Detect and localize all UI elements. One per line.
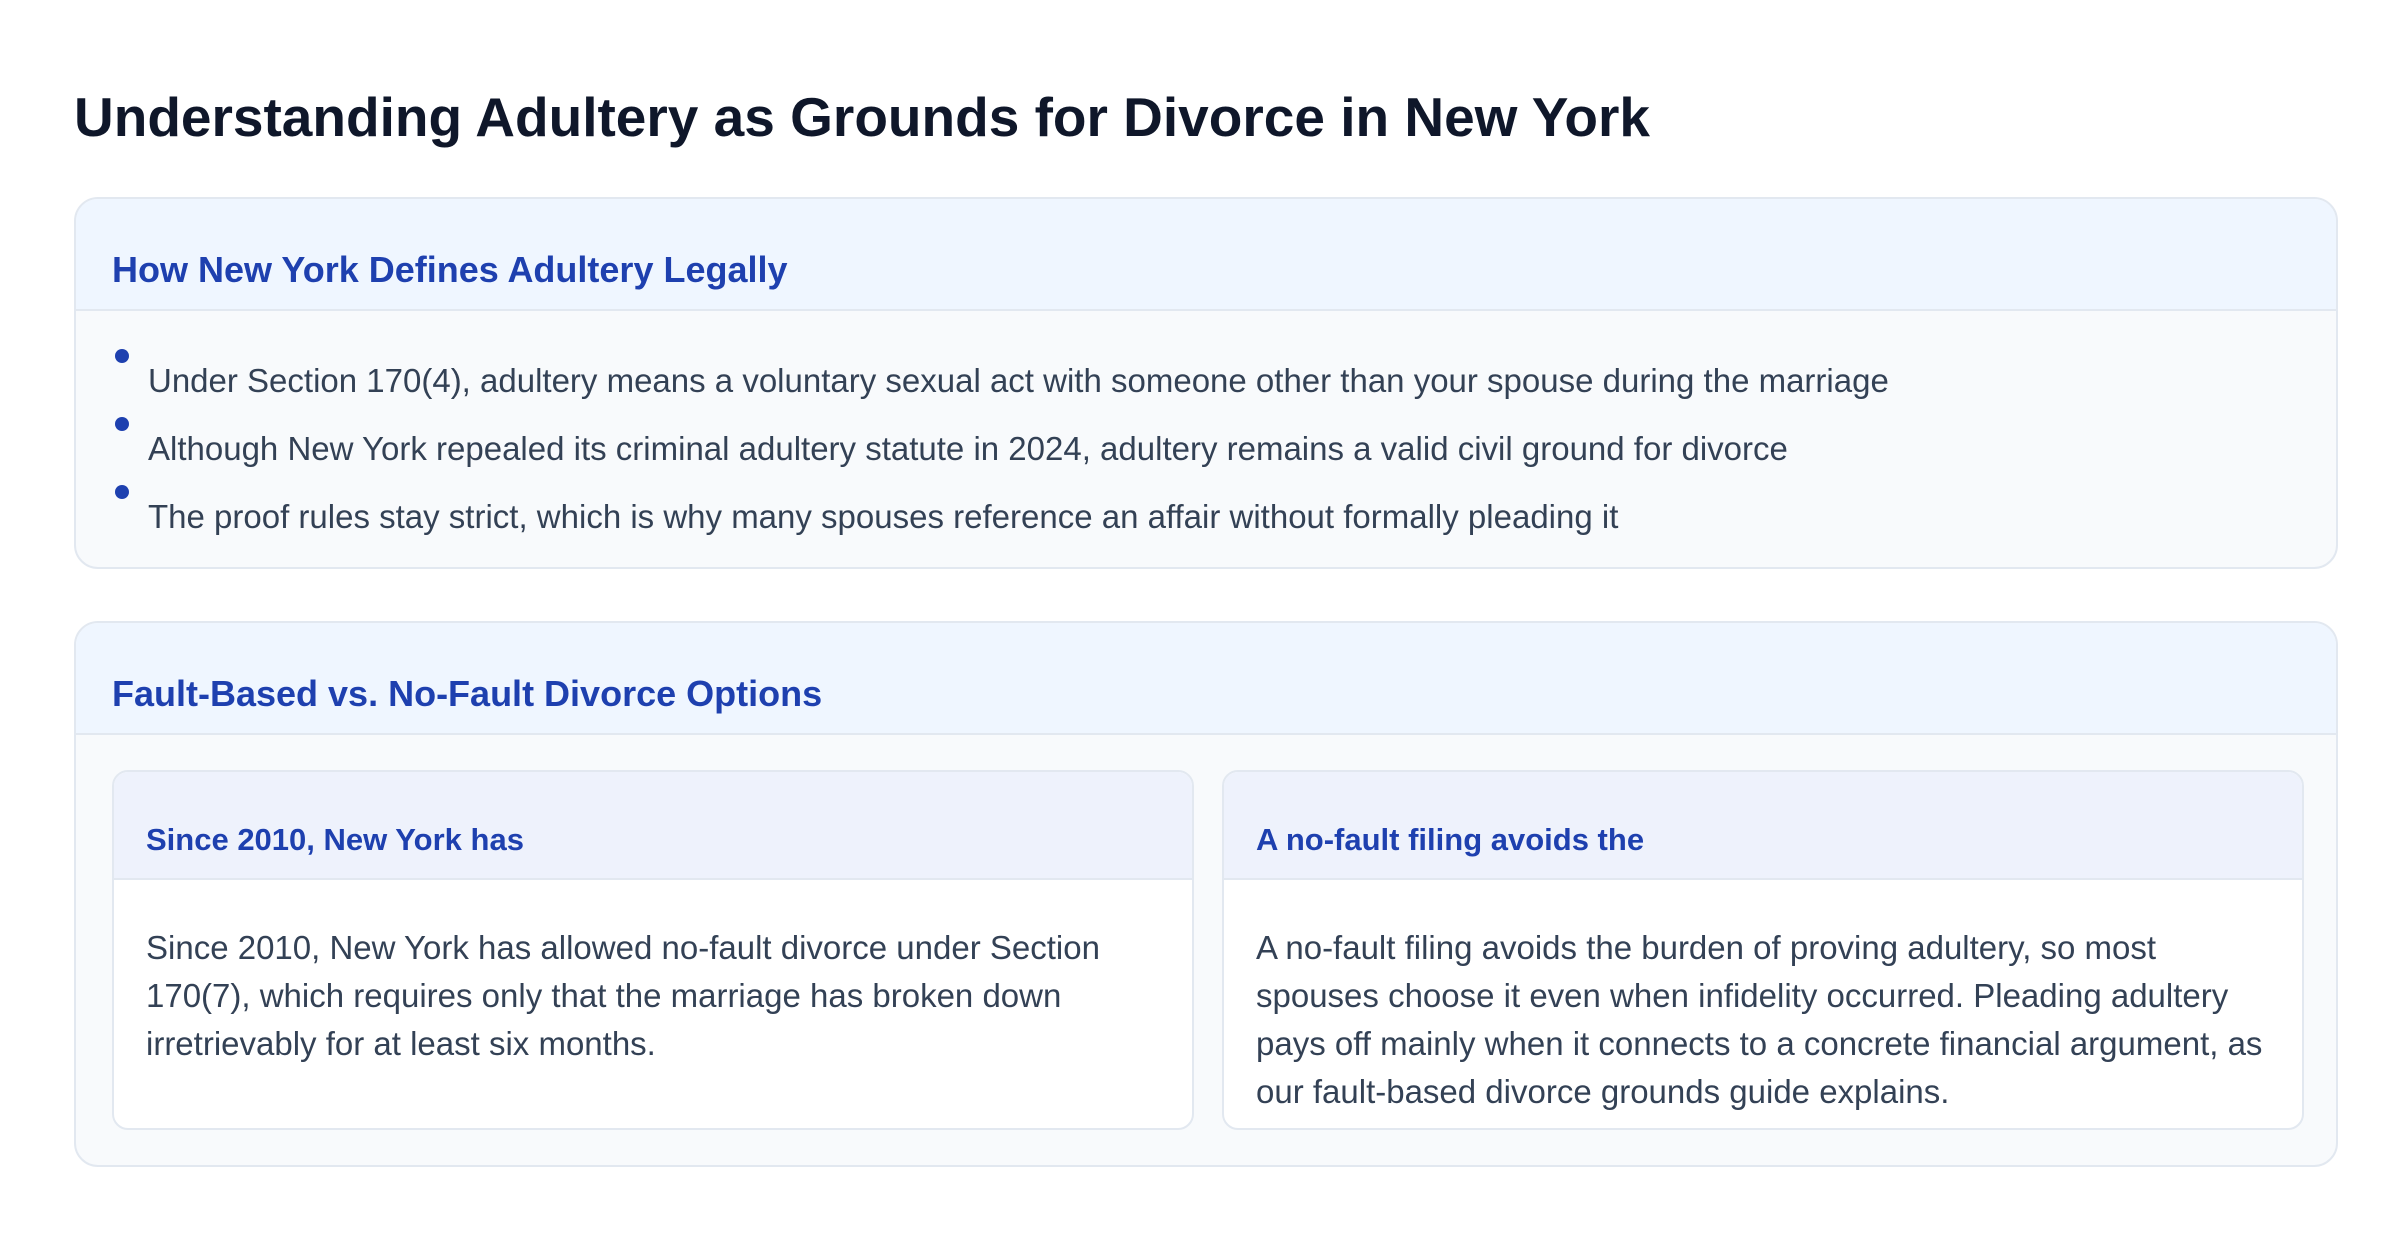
option-card-body: A no-fault filing avoids the burden of p… <box>1256 929 2263 1110</box>
bullet-dot-icon <box>115 485 129 499</box>
definition-bullet-list: Under Section 170(4), adultery means a v… <box>76 311 2336 553</box>
option-card-title: Since 2010, New York has <box>146 822 524 857</box>
option-card-title: A no-fault filing avoids the <box>1256 822 1645 857</box>
option-card-no-fault-history: Since 2010, New York has Since 2010, New… <box>112 770 1194 1130</box>
option-card-header: Since 2010, New York has <box>114 772 1192 880</box>
bullet-text: Under Section 170(4), adultery means a v… <box>148 362 1889 399</box>
page-title: Understanding Adultery as Grounds for Di… <box>74 86 1650 148</box>
options-section: Fault-Based vs. No-Fault Divorce Options… <box>74 621 2338 1167</box>
list-item: Although New York repealed its criminal … <box>112 417 2300 485</box>
bullet-dot-icon <box>115 417 129 431</box>
definition-section-header: How New York Defines Adultery Legally <box>76 199 2336 311</box>
option-card-header: A no-fault filing avoids the <box>1224 772 2302 880</box>
options-section-heading: Fault-Based vs. No-Fault Divorce Options <box>112 673 823 714</box>
article-page: Understanding Adultery as Grounds for Di… <box>0 0 2400 1234</box>
list-item: The proof rules stay strict, which is wh… <box>112 485 2300 553</box>
bullet-dot-icon <box>115 349 129 363</box>
option-card-body: Since 2010, New York has allowed no-faul… <box>146 929 1100 1062</box>
list-item: Under Section 170(4), adultery means a v… <box>112 349 2300 417</box>
bullet-text: Although New York repealed its criminal … <box>148 430 1788 467</box>
option-card-no-fault-benefits: A no-fault filing avoids the A no-fault … <box>1222 770 2304 1130</box>
bullet-text: The proof rules stay strict, which is wh… <box>148 498 1619 535</box>
options-section-header: Fault-Based vs. No-Fault Divorce Options <box>76 623 2336 735</box>
definition-section-heading: How New York Defines Adultery Legally <box>112 249 788 290</box>
options-grid: Since 2010, New York has Since 2010, New… <box>112 770 2304 1130</box>
definition-section: How New York Defines Adultery Legally Un… <box>74 197 2338 569</box>
